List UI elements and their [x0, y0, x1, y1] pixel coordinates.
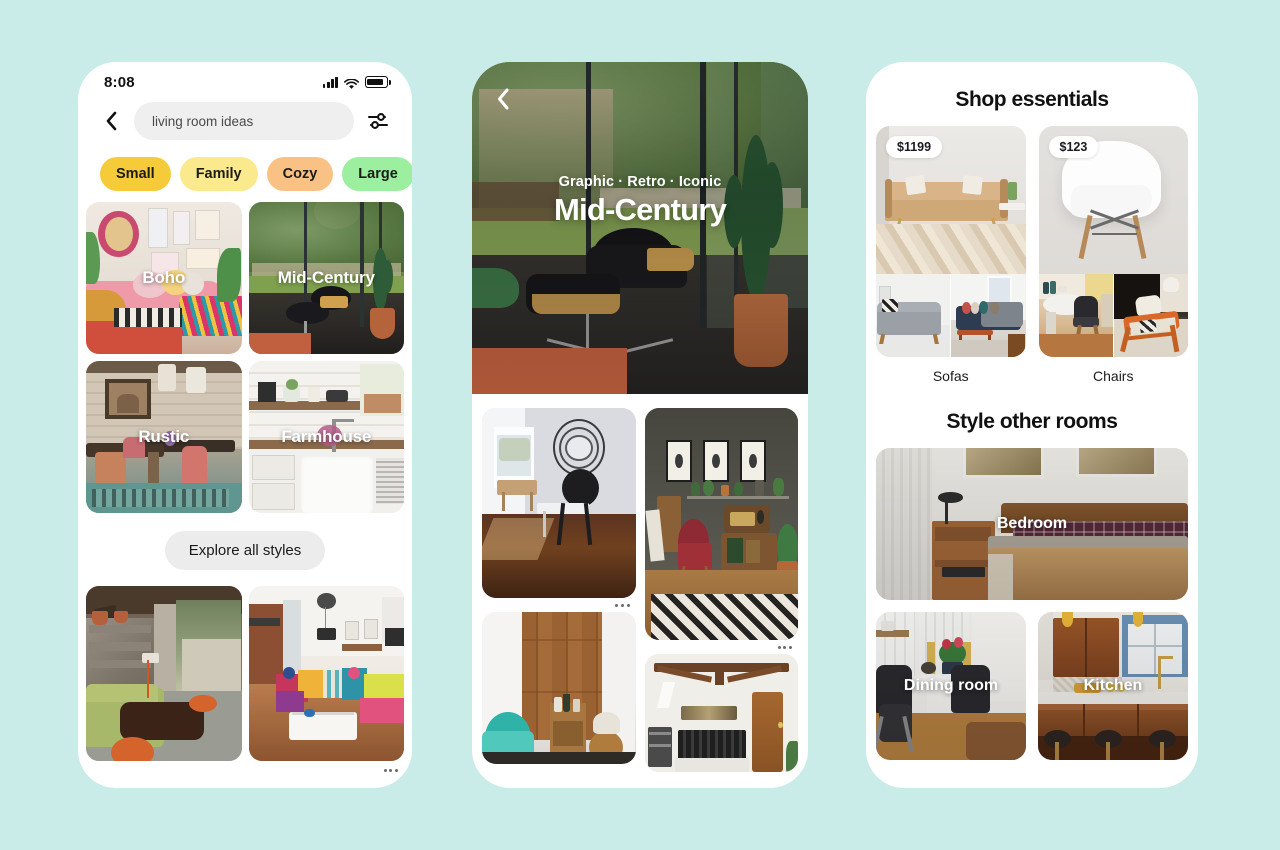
bottom-pin-grid: [78, 586, 412, 761]
pin-column-right: [644, 408, 798, 777]
pin-stone-barn-living-room[interactable]: [86, 586, 242, 761]
pin-white-room-molded-chair: [482, 408, 636, 607]
pin-gray-gallery-wall-room: [644, 408, 798, 649]
shop-essentials-grid: $1199 Sofas $123 Chairs: [866, 126, 1198, 384]
room-card-label: Dining room: [903, 677, 999, 694]
explore-all-styles-row: Explore all styles: [78, 513, 412, 586]
phone-screen-style-detail: Graphic · Retro · Iconic Mid-Century: [472, 62, 808, 788]
status-time: 8:08: [104, 73, 135, 91]
shop-card-label: Sofas: [932, 368, 969, 384]
explore-all-styles-button[interactable]: Explore all styles: [164, 531, 326, 570]
chip-label: Cozy: [282, 166, 318, 182]
more-options-icon[interactable]: [777, 646, 792, 649]
style-card-label: Rustic: [138, 427, 190, 446]
pin-column-left: [482, 408, 636, 777]
hero-title: Mid-Century: [553, 192, 727, 228]
shop-card-chairs[interactable]: $123 Chairs: [1038, 126, 1188, 384]
pin-masonry-grid: [472, 394, 808, 777]
room-card-label: Kitchen: [1083, 677, 1143, 694]
chip-label: Family: [195, 166, 242, 182]
cellular-icon: [322, 76, 338, 88]
filter-chip-family[interactable]: Family: [179, 157, 258, 191]
status-icons: [322, 76, 391, 89]
chair-thumb-dining: [1038, 274, 1113, 357]
style-card-boho[interactable]: Boho: [86, 202, 242, 354]
hero-banner[interactable]: Graphic · Retro · Iconic Mid-Century: [472, 62, 808, 394]
phone-screen-shop-and-rooms: Shop essentials $1199 Sofas $123 Chairs …: [866, 62, 1198, 788]
chip-label: Small: [116, 166, 155, 182]
phone-screen-search-results: 8:08 living room ideas Small Family Cozy…: [78, 62, 412, 788]
shop-essentials-title: Shop essentials: [955, 88, 1109, 111]
screenshot-canvas: 8:08 living room ideas Small Family Cozy…: [0, 0, 1280, 850]
shop-card-label: Chairs: [1093, 368, 1134, 384]
style-card-mid-century[interactable]: Mid-Century: [248, 202, 404, 354]
wifi-icon: [344, 77, 359, 89]
price-badge: $123: [1048, 136, 1099, 158]
style-card-label: Mid-Century: [277, 268, 375, 287]
search-input-value: living room ideas: [152, 113, 254, 129]
hero-kicker: Graphic · Retro · Iconic: [558, 174, 722, 191]
room-card-kitchen[interactable]: Kitchen: [1038, 612, 1188, 760]
pin-wood-wall-teal-chair: [482, 612, 636, 764]
style-other-rooms-title: Style other rooms: [946, 410, 1118, 433]
search-input[interactable]: living room ideas: [134, 102, 354, 140]
pin-overflow-row: [78, 761, 412, 772]
chair-thumbnails: [1038, 274, 1188, 357]
pin-colorful-loft-living-room[interactable]: [248, 586, 404, 761]
filter-chip-cozy[interactable]: Cozy: [266, 157, 334, 191]
filter-chip-small[interactable]: Small: [100, 157, 171, 191]
room-card-label: Bedroom: [996, 515, 1068, 532]
status-bar: 8:08: [78, 62, 412, 96]
more-options-icon[interactable]: [383, 769, 398, 772]
filter-chip-large[interactable]: Large: [342, 157, 412, 191]
sofa-thumbnails: [876, 274, 1026, 357]
room-card-bedroom[interactable]: Bedroom: [876, 448, 1188, 600]
style-card-label: Boho: [142, 268, 186, 287]
sofa-thumb-sectional: [951, 274, 1026, 357]
pin-beamed-ceiling-room: [644, 654, 798, 772]
style-card-farmhouse[interactable]: Farmhouse: [248, 361, 404, 513]
style-card-rustic[interactable]: Rustic: [86, 361, 242, 513]
back-button[interactable]: [100, 110, 122, 132]
shop-card-sofas[interactable]: $1199 Sofas: [876, 126, 1026, 384]
tune-sliders-icon[interactable]: [366, 109, 390, 133]
chip-label: Large: [358, 166, 398, 182]
hero-text-block: Graphic · Retro · Iconic Mid-Century: [472, 174, 808, 228]
search-bar-row: living room ideas: [78, 96, 412, 142]
style-card-label: Farmhouse: [281, 427, 372, 446]
more-options-icon[interactable]: [615, 604, 630, 607]
back-button[interactable]: [496, 88, 510, 115]
filter-chip-row[interactable]: Small Family Cozy Large Layout: [78, 142, 412, 194]
chair-thumb-orange: [1113, 274, 1188, 357]
sofa-thumb-gray: [876, 274, 951, 357]
style-card-grid: Boho Mid-Century Rustic Farmhouse: [78, 194, 412, 513]
room-card-row: Dining room Kitchen: [866, 600, 1198, 760]
battery-icon: [365, 76, 391, 88]
price-badge: $1199: [886, 136, 943, 158]
room-card-dining-room[interactable]: Dining room: [876, 612, 1026, 760]
